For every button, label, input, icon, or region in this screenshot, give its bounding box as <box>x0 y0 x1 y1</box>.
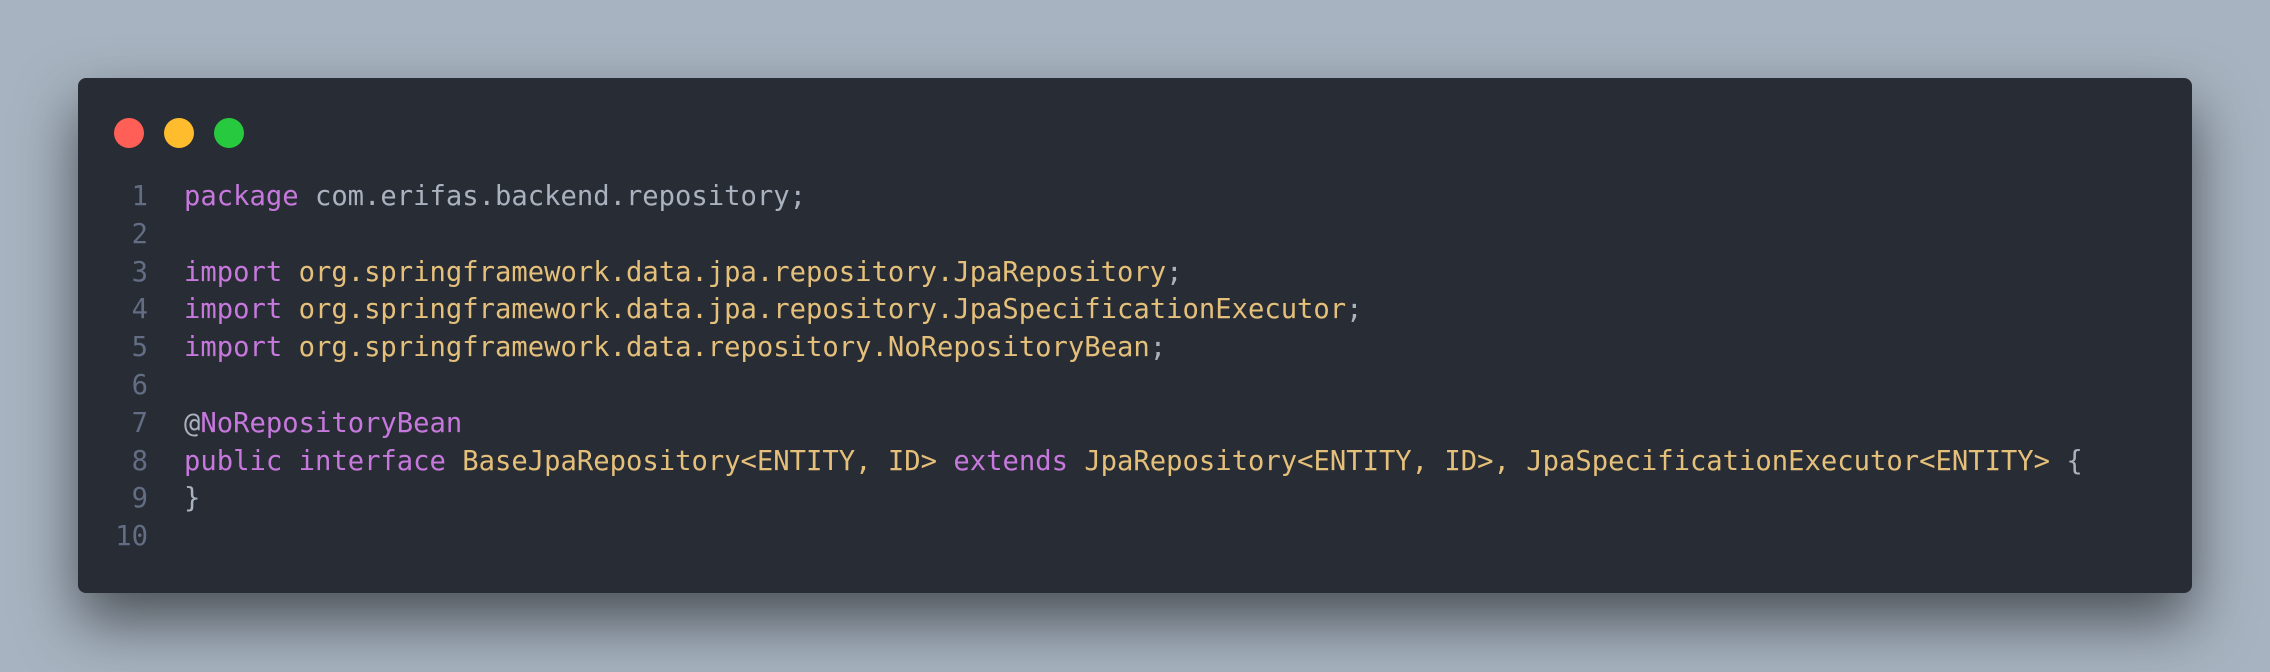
code-type: org.springframework.data.jpa.repository.… <box>298 256 1167 288</box>
code-line: 5 import org.springframework.data.reposit… <box>78 329 2192 367</box>
code-line: 4 import org.springframework.data.jpa.rep… <box>78 291 2192 329</box>
code-keyword: import <box>184 294 283 326</box>
code-keyword: interface <box>298 445 446 477</box>
line-number: 8 <box>131 445 148 477</box>
code-keyword: import <box>184 256 283 288</box>
line-content: package com.erifas.backend.repository; <box>184 178 806 216</box>
code-line: 8 public interface BaseJpaRepository<ENTI… <box>78 443 2192 481</box>
line-content: import org.springframework.data.jpa.repo… <box>184 254 1183 292</box>
code-line: 9} <box>78 480 2192 518</box>
code-text: @ <box>184 407 201 439</box>
line-content: public interface BaseJpaRepository<ENTIT… <box>184 443 2083 481</box>
line-number: 2 <box>131 218 148 250</box>
code-type: org.springframework.data.jpa.repository.… <box>298 294 1347 326</box>
code-line: 10 <box>78 518 2192 556</box>
code-text: ; <box>1166 256 1183 288</box>
code-keyword: import <box>184 332 283 364</box>
code-type: org.springframework.data.repository.NoRe… <box>298 332 1150 364</box>
line-content: } <box>184 480 200 518</box>
minimize-button[interactable] <box>164 118 194 148</box>
line-number: 1 <box>131 181 148 212</box>
code-block: 1 package com.erifas.backend.repository; 2… <box>78 178 2192 556</box>
line-number: 7 <box>131 407 148 439</box>
code-keyword: extends <box>953 445 1068 477</box>
code-line: 1 package com.erifas.backend.repository; <box>78 178 2192 216</box>
code-window: 1 package com.erifas.backend.repository; 2… <box>78 78 2192 593</box>
line-number: 9 <box>131 483 148 515</box>
line-number: 4 <box>131 294 148 326</box>
code-keyword: NoRepositoryBean <box>200 407 463 439</box>
code-text: com.erifas.backend.repository; <box>298 181 806 212</box>
code-line: 3 import org.springframework.data.jpa.rep… <box>78 254 2192 292</box>
code-keyword: public <box>184 445 283 477</box>
line-content: import org.springframework.data.reposito… <box>184 329 1166 367</box>
line-content: @NoRepositoryBean <box>184 405 462 443</box>
maximize-button[interactable] <box>214 118 244 148</box>
code-type: JpaRepository<ENTITY, ID>, JpaSpecificat… <box>1084 445 2051 477</box>
code-line: 2 <box>78 216 2192 254</box>
code-text: { <box>2050 445 2083 477</box>
code-type: BaseJpaRepository<ENTITY, ID> <box>462 445 937 477</box>
code-text: ; <box>1346 294 1363 326</box>
close-button[interactable] <box>114 118 144 148</box>
line-number: 10 <box>115 521 148 553</box>
line-content: import org.springframework.data.jpa.repo… <box>184 291 1363 329</box>
code-text: } <box>184 483 201 515</box>
code-line: 6 <box>78 367 2192 405</box>
line-number: 6 <box>131 369 148 401</box>
code-text: ; <box>1149 332 1167 364</box>
code-line: 7 @NoRepositoryBean <box>78 405 2192 443</box>
code-keyword: package <box>184 181 299 212</box>
line-number: 5 <box>131 332 148 364</box>
line-number: 3 <box>131 256 148 288</box>
